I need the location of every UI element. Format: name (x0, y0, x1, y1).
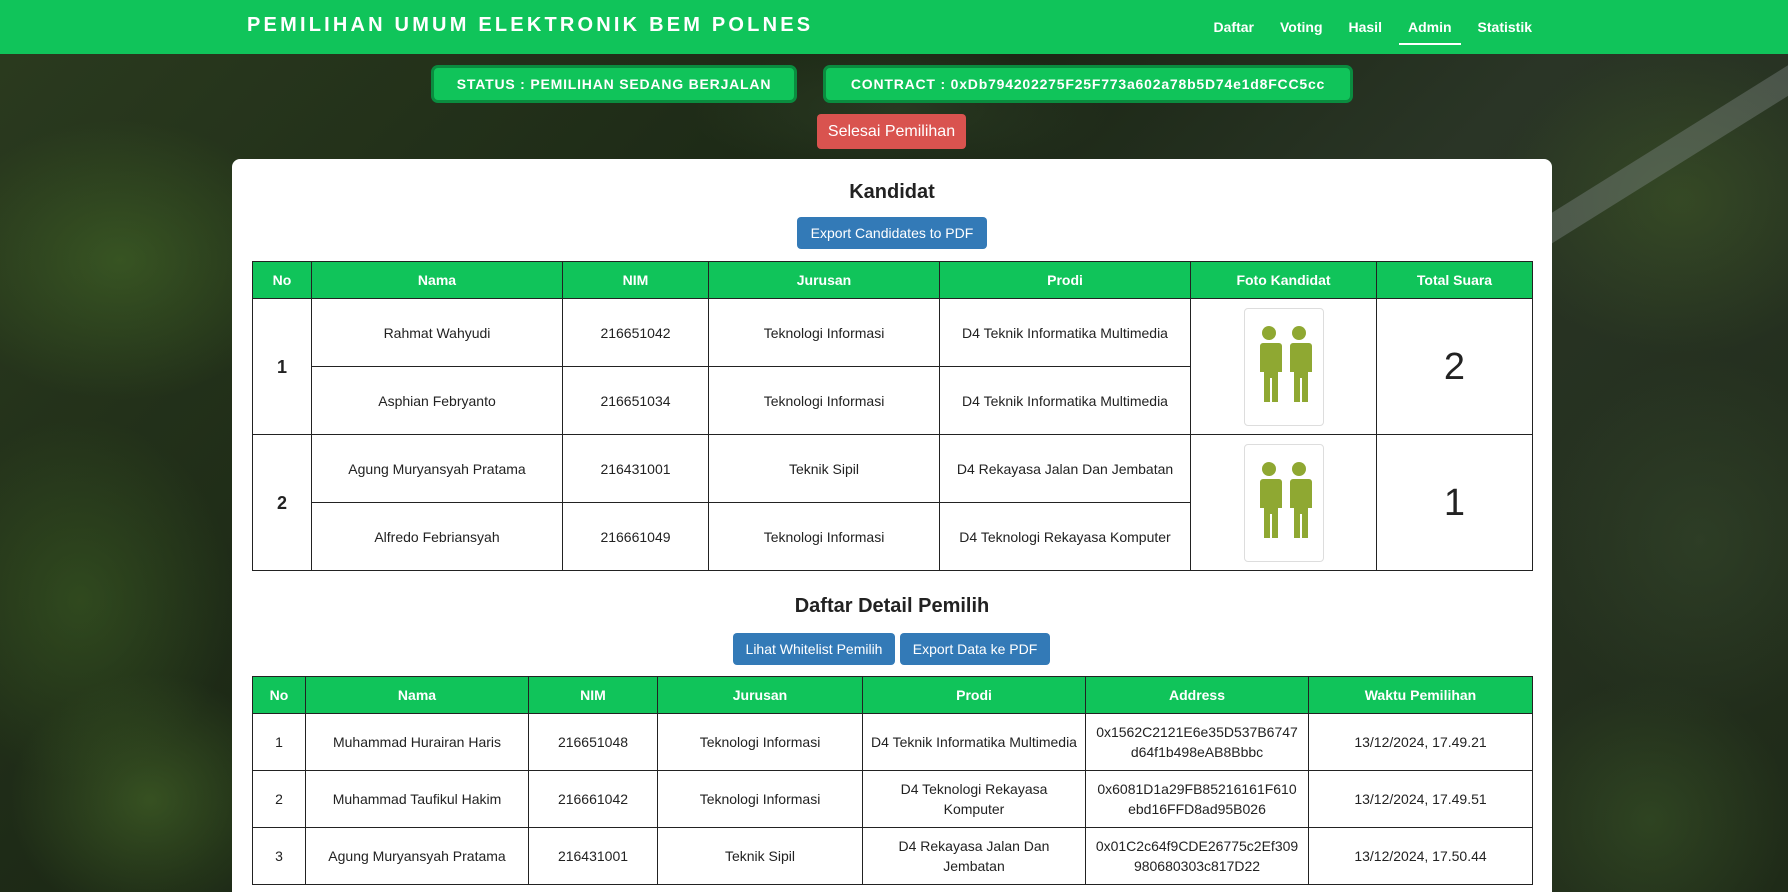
col-header-no: No (252, 261, 312, 299)
voter-prodi: D4 Teknologi Rekayasa Komputer (862, 770, 1086, 828)
candidates-title: Kandidat (849, 181, 935, 203)
voter-jurusan: Teknologi Informasi (657, 770, 863, 828)
candidate-name: Rahmat Wahyudi (311, 298, 563, 367)
nav-daftar[interactable]: Daftar (1205, 0, 1263, 45)
voter-name: Muhammad Hurairan Haris (305, 713, 529, 771)
couple-silhouette-icon (1252, 321, 1316, 412)
candidate-jurusan: Teknologi Informasi (708, 366, 940, 435)
voter-address: 0x6081D1a29FB85216161F610 ebd16FFD8ad95B0… (1085, 770, 1309, 828)
candidate-total-votes: 1 (1376, 434, 1533, 571)
voters-header-row: No Nama NIM Jurusan Prodi Address Waktu … (252, 676, 1533, 714)
voter-address: 0x01C2c64f9CDE26775c2Ef309 980680303c817D… (1085, 827, 1309, 885)
col-header-prodi: Prodi (939, 261, 1191, 299)
address-line-1: 0x01C2c64f9CDE26775c2Ef309 (1095, 838, 1299, 854)
candidate-nim: 216661049 (562, 502, 709, 571)
col-header-foto: Foto Kandidat (1190, 261, 1377, 299)
address-line-1: 0x1562C2121E6e35D537B6747 (1096, 724, 1298, 740)
col-header-nim: NIM (528, 676, 658, 714)
candidate-name: Alfredo Febriansyah (311, 502, 563, 571)
voter-time: 13/12/2024, 17.50.44 (1308, 827, 1533, 885)
voters-title: Daftar Detail Pemilih (794, 595, 990, 617)
export-voters-pdf-button[interactable]: Export Data ke PDF (900, 633, 1050, 665)
voter-nim: 216661042 (528, 770, 658, 828)
col-header-address: Address (1085, 676, 1309, 714)
col-header-no: No (252, 676, 306, 714)
voter-name: Agung Muryansyah Pratama (305, 827, 529, 885)
candidate-jurusan: Teknologi Informasi (708, 502, 940, 571)
voter-nim: 216431001 (528, 827, 658, 885)
candidate-photo-cell (1190, 298, 1377, 435)
candidate-name: Agung Muryansyah Pratama (311, 434, 563, 503)
address-line-1: 0x6081D1a29FB85216161F610 (1097, 781, 1297, 797)
candidate-prodi: D4 Rekayasa Jalan Dan Jembatan (939, 434, 1191, 503)
voter-number: 3 (252, 827, 306, 885)
candidates-header-row: No Nama NIM Jurusan Prodi Foto Kandidat … (252, 261, 1533, 299)
candidate-photo (1243, 443, 1324, 562)
address-line-2: ebd16FFD8ad95B026 (1128, 801, 1266, 817)
voter-number: 1 (252, 713, 306, 771)
candidate-prodi: D4 Teknik Informatika Multimedia (939, 366, 1191, 435)
col-header-nim: NIM (562, 261, 709, 299)
voter-row: 2 Muhammad Taufikul Hakim 216661042 Tekn… (252, 770, 1533, 828)
view-whitelist-button[interactable]: Lihat Whitelist Pemilih (733, 633, 895, 665)
voter-nim: 216651048 (528, 713, 658, 771)
navbar: PEMILIHAN UMUM ELEKTRONIK BEM POLNES Daf… (0, 0, 1788, 54)
nav-voting[interactable]: Voting (1271, 0, 1332, 45)
candidate-jurusan: Teknik Sipil (708, 434, 940, 503)
nav-statistik[interactable]: Statistik (1469, 0, 1541, 45)
couple-silhouette-icon (1252, 457, 1316, 548)
candidate-photo (1243, 307, 1324, 426)
contract-badge: CONTRACT : 0xDb794202275F25F773a602a78b5… (823, 65, 1353, 103)
candidate-name: Asphian Febryanto (311, 366, 563, 435)
candidate-row: 2 Agung Muryansyah Pratama 216431001 Tek… (252, 434, 1533, 571)
address-line-2: d64f1b498eAB8Bbbc (1130, 744, 1264, 760)
voter-time: 13/12/2024, 17.49.51 (1308, 770, 1533, 828)
voter-prodi: D4 Teknik Informatika Multimedia (862, 713, 1086, 771)
voter-address: 0x1562C2121E6e35D537B6747 d64f1b498eAB8Bb… (1085, 713, 1309, 771)
col-header-waktu: Waktu Pemilihan (1308, 676, 1533, 714)
col-header-prodi: Prodi (862, 676, 1086, 714)
candidate-photo-cell (1190, 434, 1377, 571)
nav-hasil[interactable]: Hasil (1340, 0, 1391, 45)
voter-time: 13/12/2024, 17.49.21 (1308, 713, 1533, 771)
voters-table: No Nama NIM Jurusan Prodi Address Waktu … (252, 676, 1533, 885)
brand-title[interactable]: PEMILIHAN UMUM ELEKTRONIK BEM POLNES (247, 14, 813, 37)
admin-card: Kandidat Export Candidates to PDF No Nam… (232, 159, 1552, 892)
candidates-table: No Nama NIM Jurusan Prodi Foto Kandidat … (252, 261, 1533, 571)
col-header-jurusan: Jurusan (708, 261, 940, 299)
col-header-nama: Nama (305, 676, 529, 714)
voter-row: 3 Agung Muryansyah Pratama 216431001 Tek… (252, 827, 1533, 885)
voter-row: 1 Muhammad Hurairan Haris 216651048 Tekn… (252, 713, 1533, 771)
col-header-nama: Nama (311, 261, 563, 299)
col-header-total-suara: Total Suara (1376, 261, 1533, 299)
candidate-prodi: D4 Teknik Informatika Multimedia (939, 298, 1191, 367)
nav-links: Daftar Voting Hasil Admin Statistik (1197, 0, 1541, 54)
voter-name: Muhammad Taufikul Hakim (305, 770, 529, 828)
export-candidates-pdf-button[interactable]: Export Candidates to PDF (797, 217, 987, 249)
voter-number: 2 (252, 770, 306, 828)
candidate-jurusan: Teknologi Informasi (708, 298, 940, 367)
col-header-jurusan: Jurusan (657, 676, 863, 714)
candidate-nim: 216651042 (562, 298, 709, 367)
address-line-2: 980680303c817D22 (1133, 858, 1261, 874)
status-badge: STATUS : PEMILIHAN SEDANG BERJALAN (431, 65, 797, 103)
candidate-number: 1 (252, 298, 312, 435)
voter-prodi: D4 Rekayasa Jalan Dan Jembatan (862, 827, 1086, 885)
candidate-nim: 216431001 (562, 434, 709, 503)
candidate-prodi: D4 Teknologi Rekayasa Komputer (939, 502, 1191, 571)
nav-admin[interactable]: Admin (1398, 0, 1461, 45)
finish-election-button[interactable]: Selesai Pemilihan (817, 114, 966, 149)
candidate-total-votes: 2 (1376, 298, 1533, 435)
candidate-nim: 216651034 (562, 366, 709, 435)
voter-jurusan: Teknik Sipil (657, 827, 863, 885)
candidate-row: 1 Rahmat Wahyudi 216651042 Teknologi Inf… (252, 298, 1533, 435)
voter-jurusan: Teknologi Informasi (657, 713, 863, 771)
candidate-number: 2 (252, 434, 312, 571)
